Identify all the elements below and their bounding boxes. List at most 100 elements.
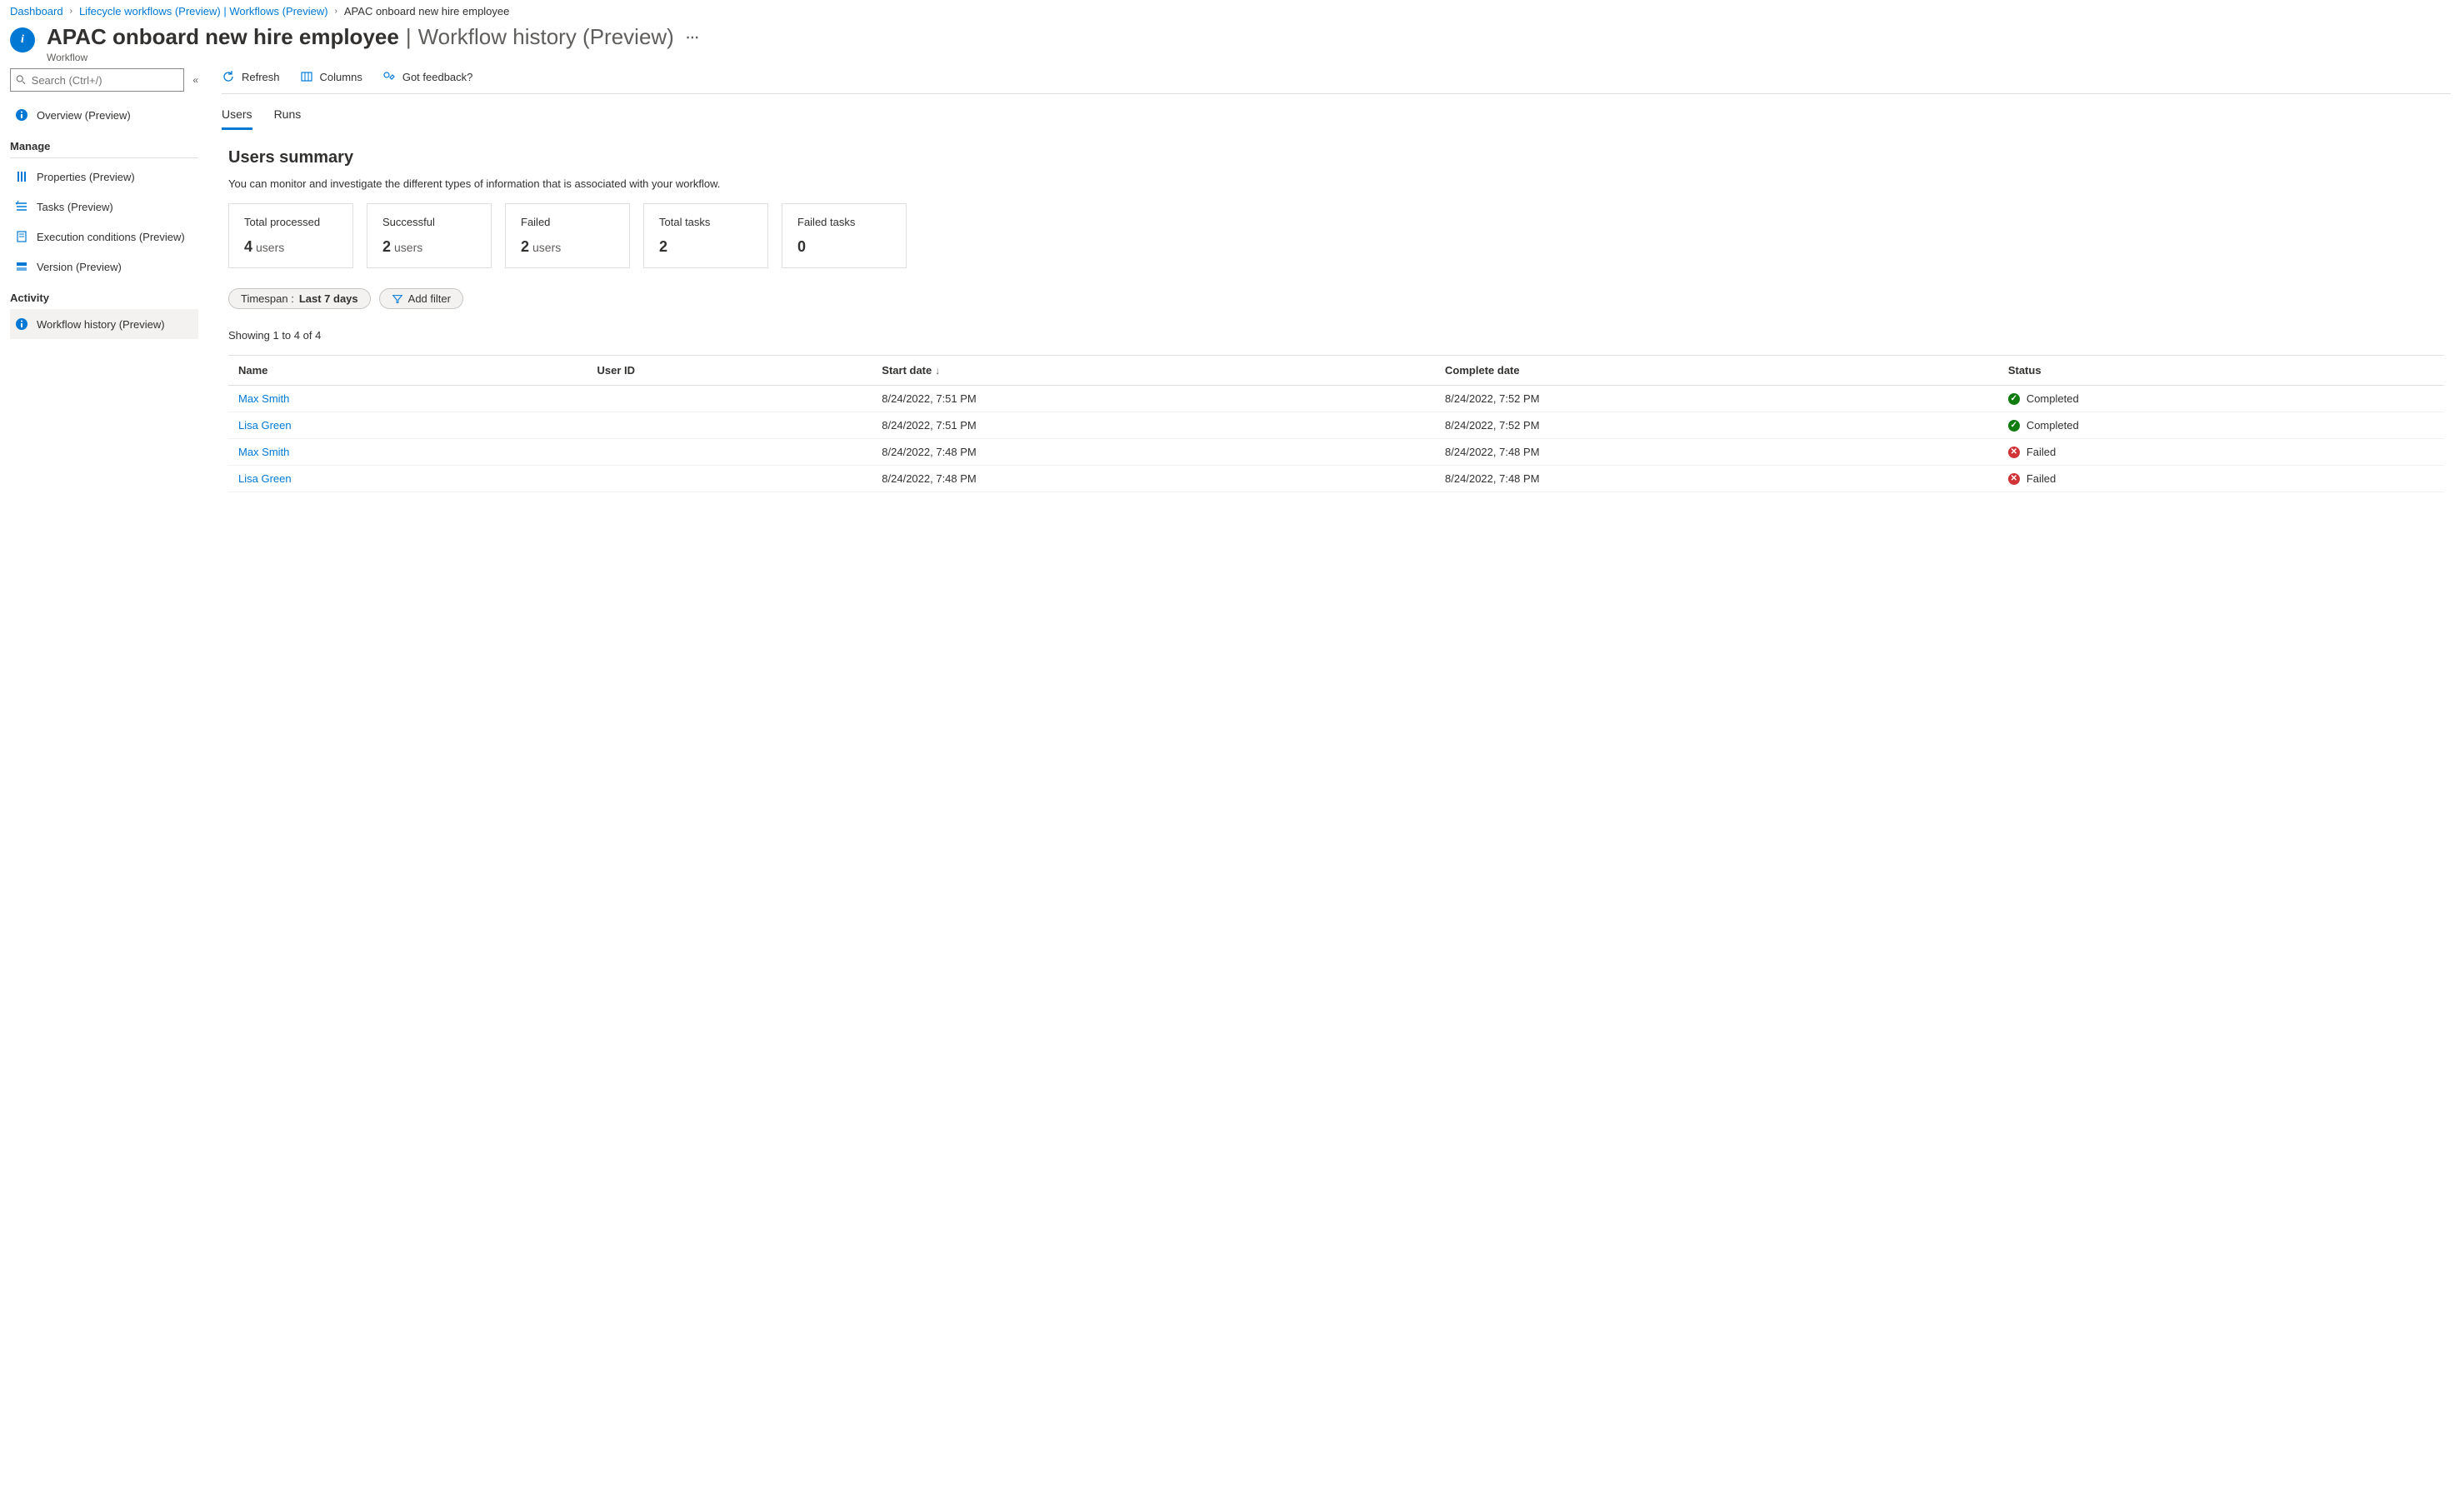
search-input[interactable] [32, 74, 179, 87]
cell-start: 8/24/2022, 7:51 PM [872, 412, 1435, 439]
cell-name: Max Smith [228, 386, 587, 412]
breadcrumb: Dashboard › Lifecycle workflows (Preview… [0, 0, 2464, 24]
add-filter-button[interactable]: Add filter [379, 288, 463, 309]
tab-runs[interactable]: Runs [274, 102, 302, 130]
sidebar-item-overview[interactable]: Overview (Preview) [10, 100, 198, 130]
results-count: Showing 1 to 4 of 4 [228, 329, 2444, 342]
card-value: 2users [382, 238, 476, 256]
workflow-icon: i [10, 27, 35, 52]
card-label: Total processed [244, 216, 337, 228]
breadcrumb-current: APAC onboard new hire employee [344, 5, 510, 17]
filter-bar: Timespan : Last 7 days Add filter [228, 288, 2444, 309]
user-link[interactable]: Lisa Green [238, 472, 292, 485]
tab-users[interactable]: Users [222, 102, 252, 130]
cell-complete: 8/24/2022, 7:52 PM [1435, 412, 1998, 439]
cell-name: Lisa Green [228, 412, 587, 439]
timespan-value: Last 7 days [299, 292, 358, 305]
status-text: Completed [2027, 419, 2079, 432]
search-input-wrapper[interactable] [10, 68, 184, 92]
table-header[interactable]: User ID [587, 356, 872, 386]
card-label: Failed [521, 216, 614, 228]
cell-userid [587, 412, 872, 439]
cell-start: 8/24/2022, 7:51 PM [872, 386, 1435, 412]
breadcrumb-link-0[interactable]: Dashboard [10, 5, 63, 17]
page-subtitle: Workflow [47, 52, 2454, 63]
sidebar-item-label: Version (Preview) [37, 261, 122, 273]
sidebar-item-workflow-history[interactable]: Workflow history (Preview) [10, 309, 198, 339]
success-icon: ✓ [2008, 393, 2020, 405]
columns-icon [300, 70, 313, 83]
user-link[interactable]: Lisa Green [238, 419, 292, 432]
sidebar-group-activity: Activity [10, 282, 198, 309]
card-value: 4users [244, 238, 337, 256]
success-icon: ✓ [2008, 420, 2020, 432]
error-icon: ✕ [2008, 447, 2020, 458]
cell-name: Lisa Green [228, 466, 587, 492]
page-header: i APAC onboard new hire employee | Workf… [0, 24, 2464, 68]
card-value: 2 [659, 238, 752, 256]
chevron-right-icon: › [70, 7, 72, 16]
summary-card[interactable]: Total processed 4users [228, 203, 353, 268]
status-text: Completed [2027, 392, 2079, 405]
table-header[interactable]: Name [228, 356, 587, 386]
section-description: You can monitor and investigate the diff… [228, 177, 2444, 190]
user-link[interactable]: Max Smith [238, 392, 289, 405]
breadcrumb-link-1[interactable]: Lifecycle workflows (Preview) | Workflow… [79, 5, 328, 17]
status-text: Failed [2027, 472, 2056, 485]
summary-cards: Total processed 4usersSuccessful 2usersF… [228, 203, 2444, 268]
page-title-light: Workflow history (Preview) [418, 24, 674, 50]
more-actions-button[interactable]: ⋯ [686, 29, 699, 46]
cell-start: 8/24/2022, 7:48 PM [872, 439, 1435, 466]
sliders-icon [15, 170, 28, 183]
summary-card[interactable]: Total tasks 2 [643, 203, 768, 268]
sidebar-item-properties[interactable]: Properties (Preview) [10, 162, 198, 192]
cell-start: 8/24/2022, 7:48 PM [872, 466, 1435, 492]
card-value: 2users [521, 238, 614, 256]
timespan-filter-pill[interactable]: Timespan : Last 7 days [228, 288, 371, 309]
cell-userid [587, 439, 872, 466]
sidebar-item-label: Execution conditions (Preview) [37, 231, 185, 243]
cell-status: ✓ Completed [1998, 386, 2444, 412]
summary-card[interactable]: Failed 2users [505, 203, 630, 268]
users-table: NameUser IDStart date↓Complete dateStatu… [228, 355, 2444, 492]
sort-descending-icon: ↓ [935, 365, 940, 377]
chevron-right-icon: › [335, 7, 337, 16]
table-row: Lisa Green 8/24/2022, 7:48 PM 8/24/2022,… [228, 466, 2444, 492]
sidebar-item-execution-conditions[interactable]: Execution conditions (Preview) [10, 222, 198, 252]
card-value: 0 [797, 238, 891, 256]
error-icon: ✕ [2008, 473, 2020, 485]
cell-status: ✕ Failed [1998, 439, 2444, 466]
summary-card[interactable]: Successful 2users [367, 203, 492, 268]
cell-userid [587, 466, 872, 492]
cell-complete: 8/24/2022, 7:48 PM [1435, 439, 1998, 466]
feedback-label: Got feedback? [402, 71, 473, 83]
feedback-button[interactable]: Got feedback? [382, 70, 473, 83]
table-header[interactable]: Status [1998, 356, 2444, 386]
title-separator: | [406, 24, 412, 50]
table-header[interactable]: Start date↓ [872, 356, 1435, 386]
checklist-icon [15, 200, 28, 213]
cell-name: Max Smith [228, 439, 587, 466]
summary-card[interactable]: Failed tasks 0 [782, 203, 907, 268]
filter-icon [392, 293, 403, 305]
sidebar: « Overview (Preview) Manage Properties (… [0, 68, 208, 492]
cell-status: ✓ Completed [1998, 412, 2444, 439]
add-filter-label: Add filter [408, 292, 451, 305]
cell-complete: 8/24/2022, 7:52 PM [1435, 386, 1998, 412]
user-link[interactable]: Max Smith [238, 446, 289, 458]
feedback-icon [382, 70, 396, 83]
refresh-icon [222, 70, 235, 83]
table-header[interactable]: Complete date [1435, 356, 1998, 386]
main-content: Refresh Columns Got feedback? Users Runs… [208, 68, 2464, 492]
refresh-button[interactable]: Refresh [222, 70, 280, 83]
cell-userid [587, 386, 872, 412]
command-bar: Refresh Columns Got feedback? [222, 68, 2451, 94]
timespan-prefix: Timespan : [241, 292, 294, 305]
status-text: Failed [2027, 446, 2056, 458]
sidebar-item-version[interactable]: Version (Preview) [10, 252, 198, 282]
collapse-sidebar-button[interactable]: « [192, 74, 198, 86]
card-label: Successful [382, 216, 476, 228]
sidebar-item-tasks[interactable]: Tasks (Preview) [10, 192, 198, 222]
section-heading: Users summary [228, 148, 2444, 167]
columns-button[interactable]: Columns [300, 70, 362, 83]
